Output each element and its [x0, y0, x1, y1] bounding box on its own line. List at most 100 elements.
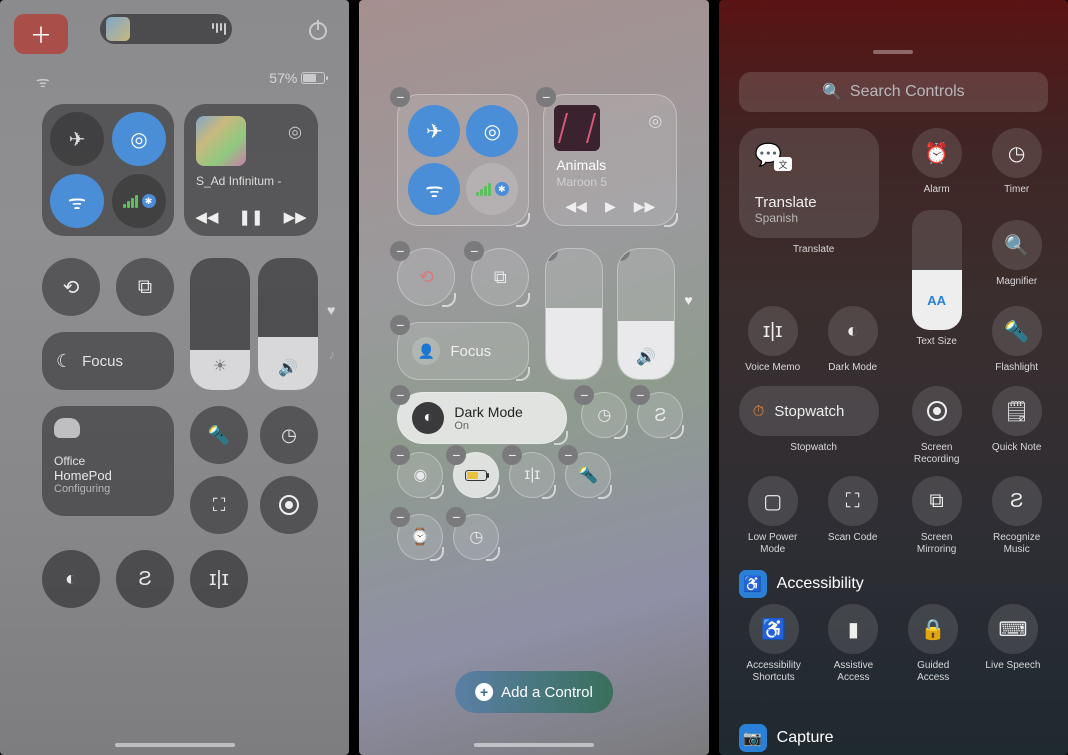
remove-button[interactable] [446, 445, 466, 465]
assistive-access-control[interactable]: ▮Assistive Access [818, 604, 888, 684]
sheet-grabber[interactable] [873, 50, 913, 54]
airdrop-toggle[interactable]: ◎ [112, 112, 166, 166]
remove-button[interactable] [464, 241, 484, 261]
screen-mirroring-edit[interactable]: ⧉ [471, 248, 529, 306]
volume-slider-edit[interactable]: 🔊 [617, 248, 675, 380]
music-page-icon[interactable]: ♪ [328, 346, 335, 362]
resize-handle[interactable] [430, 485, 444, 499]
home-tile[interactable]: Office HomePod Configuring [42, 406, 174, 516]
resize-handle[interactable] [486, 485, 500, 499]
remove-button[interactable] [446, 507, 466, 527]
screen-recording-button[interactable] [260, 476, 318, 534]
airplane-mode-toggle[interactable]: ✈ [50, 112, 104, 166]
dark-mode-toggle[interactable]: ◐ [42, 550, 100, 608]
low-power-control[interactable]: ▢Low Power Mode [739, 476, 807, 556]
remove-button[interactable] [390, 507, 410, 527]
focus-tile[interactable]: ☾ Focus [42, 332, 174, 390]
screen-record-edit[interactable]: ◉ [397, 452, 443, 498]
airplay-icon[interactable]: ◎ [288, 122, 302, 142]
home-indicator[interactable] [474, 743, 594, 747]
remove-button[interactable] [545, 248, 558, 261]
resize-handle[interactable] [486, 547, 500, 561]
flashlight-toggle[interactable]: 🔦 [190, 406, 248, 464]
remove-button[interactable] [558, 445, 578, 465]
remove-button[interactable] [390, 241, 410, 261]
screen-mirroring-button[interactable]: ⧉ [116, 258, 174, 316]
dark-mode-control[interactable]: ◐Dark Mode [819, 306, 887, 374]
live-speech-control[interactable]: ⌨Live Speech [978, 604, 1048, 684]
watch-mirror-edit[interactable]: ⌚ [397, 514, 443, 560]
resize-handle[interactable] [442, 293, 456, 307]
resize-handle[interactable] [554, 431, 568, 445]
search-controls-field[interactable]: 🔍 Search Controls [739, 72, 1048, 112]
volume-slider[interactable]: 🔊 [258, 258, 318, 390]
brightness-slider-edit[interactable] [545, 248, 603, 380]
magnifier-edit[interactable]: ɪ|ɪ [509, 452, 555, 498]
home-indicator[interactable] [115, 743, 235, 747]
resize-handle[interactable] [598, 485, 612, 499]
guided-access-control[interactable]: 🔒Guided Access [898, 604, 968, 684]
add-page-button[interactable]: ＋ [14, 14, 68, 54]
connectivity-tile[interactable]: ✈ ◎ ᯤ ✱ [42, 104, 174, 236]
bluetooth-cellular-toggle[interactable]: ✱ [112, 174, 166, 228]
remove-button[interactable] [390, 315, 410, 335]
resize-handle[interactable] [614, 425, 628, 439]
alarm-icon: ⏰ [912, 128, 962, 178]
now-playing-tile[interactable]: ◎ S_Ad Infinitum - ◀◀ ❚❚ ▶▶ [184, 104, 318, 236]
low-power-edit[interactable] [453, 452, 499, 498]
remove-button[interactable] [390, 445, 410, 465]
timer-button[interactable]: ◷ [260, 406, 318, 464]
favorites-page-icon[interactable]: ♥ [327, 302, 335, 318]
resize-handle[interactable] [516, 293, 530, 307]
scan-code-control[interactable]: ⛶Scan Code [819, 476, 887, 544]
resize-handle[interactable] [542, 485, 556, 499]
remove-button[interactable] [536, 87, 556, 107]
remove-button[interactable] [390, 87, 410, 107]
previous-button[interactable]: ◀◀ [195, 208, 218, 226]
alarm-control[interactable]: ⏰Alarm [903, 128, 971, 196]
power-icon[interactable] [309, 22, 327, 40]
dynamic-island[interactable] [100, 14, 232, 44]
connectivity-tile-edit[interactable]: ✈ ◎ ᯤ ✱ [397, 94, 529, 226]
text-size-control[interactable]: AA Text Size [903, 210, 971, 348]
resize-handle[interactable] [670, 425, 684, 439]
remove-button[interactable] [502, 445, 522, 465]
resize-handle[interactable] [516, 367, 530, 381]
magnifier-control[interactable]: 🔍Magnifier [983, 220, 1051, 288]
remove-button[interactable] [390, 385, 410, 405]
next-button[interactable]: ▶▶ [284, 208, 307, 226]
shazam-button[interactable]: Ƨ [116, 550, 174, 608]
scan-code-button[interactable]: ⛶ [190, 476, 248, 534]
focus-tile-edit[interactable]: 👤 Focus [397, 322, 529, 380]
accessibility-shortcuts-control[interactable]: ♿Accessibility Shortcuts [739, 604, 809, 684]
timer-edit[interactable]: ◷ [581, 392, 627, 438]
now-playing-tile-edit[interactable]: ◎ Animals Maroon 5 ◀◀ ▶ ▶▶ [543, 94, 677, 226]
remove-button[interactable] [630, 385, 650, 405]
rotation-lock-edit[interactable]: ⟲ [397, 248, 455, 306]
screen-mirroring-control[interactable]: ⧉Screen Mirroring [903, 476, 971, 556]
flashlight-edit[interactable]: 🔦 [565, 452, 611, 498]
dark-mode-tile-edit[interactable]: ◐ Dark Mode On [397, 392, 567, 444]
remove-button[interactable] [617, 248, 630, 261]
voice-search-button[interactable]: ɪ|ɪ [190, 550, 248, 608]
flashlight-control[interactable]: 🔦Flashlight [983, 306, 1051, 374]
resize-handle[interactable] [430, 547, 444, 561]
wifi-toggle[interactable]: ᯤ [50, 174, 104, 228]
recognize-music-control[interactable]: ƧRecognize Music [983, 476, 1051, 556]
favorites-page-icon[interactable]: ♥ [684, 292, 692, 308]
timer-control[interactable]: ◷Timer [983, 128, 1051, 196]
resize-handle[interactable] [516, 213, 530, 227]
rotation-lock-toggle[interactable]: ⟲ [42, 258, 100, 316]
voice-memo-control[interactable]: ɪ|ɪVoice Memo [739, 306, 807, 374]
pause-button[interactable]: ❚❚ [238, 208, 263, 226]
resize-handle[interactable] [664, 213, 678, 227]
translate-control[interactable]: 💬文 Translate Spanish Translate [739, 128, 889, 256]
screen-recording-control[interactable]: Screen Recording [903, 386, 971, 466]
shazam-edit[interactable]: Ƨ [637, 392, 683, 438]
add-control-button[interactable]: + Add a Control [455, 671, 613, 713]
remove-button[interactable] [574, 385, 594, 405]
quick-note-control[interactable]: 🗒Quick Note [983, 386, 1051, 454]
brightness-slider[interactable]: ☀ [190, 258, 250, 390]
timer2-edit[interactable]: ◷ [453, 514, 499, 560]
stopwatch-control[interactable]: ⏱Stopwatch Stopwatch [739, 386, 889, 454]
